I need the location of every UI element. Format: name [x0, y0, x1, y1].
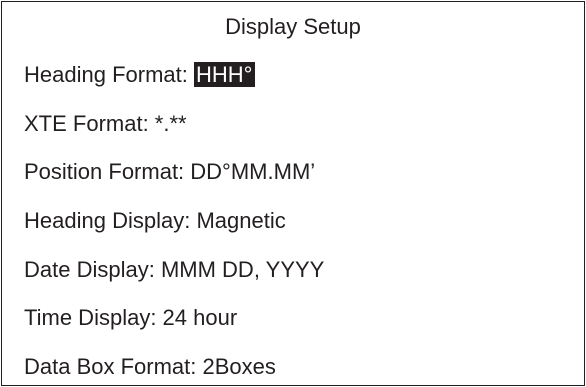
date-display-item[interactable]: Date Display: MMM DD, YYYY [24, 257, 324, 283]
data-box-format-item[interactable]: Data Box Format: 2Boxes [24, 354, 276, 380]
position-format-label: Position Format: [24, 159, 191, 184]
position-format-item[interactable]: Position Format: DD°MM.MM’ [24, 159, 315, 185]
xte-format-value[interactable]: *.** [155, 111, 187, 136]
xte-format-item[interactable]: XTE Format: *.** [24, 111, 187, 137]
data-box-format-value[interactable]: 2Boxes [203, 354, 276, 379]
display-setup-panel: Display Setup Heading Format: HHH° XTE F… [1, 1, 585, 386]
time-display-value[interactable]: 24 hour [163, 305, 238, 330]
time-display-item[interactable]: Time Display: 24 hour [24, 305, 237, 331]
position-format-value[interactable]: DD°MM.MM’ [190, 159, 315, 184]
heading-format-value[interactable]: HHH° [193, 62, 256, 87]
date-display-value[interactable]: MMM DD, YYYY [161, 257, 324, 282]
time-display-label: Time Display: [24, 305, 163, 330]
heading-display-label: Heading Display: [24, 208, 197, 233]
screen-title: Display Setup [225, 14, 361, 39]
date-display-label: Date Display: [24, 257, 161, 282]
heading-format-label: Heading Format: [24, 62, 194, 87]
heading-display-item[interactable]: Heading Display: Magnetic [24, 208, 286, 234]
data-box-format-label: Data Box Format: [24, 354, 203, 379]
xte-format-label: XTE Format: [24, 111, 155, 136]
heading-format-item[interactable]: Heading Format: HHH° [24, 62, 256, 88]
heading-display-value[interactable]: Magnetic [196, 208, 285, 233]
